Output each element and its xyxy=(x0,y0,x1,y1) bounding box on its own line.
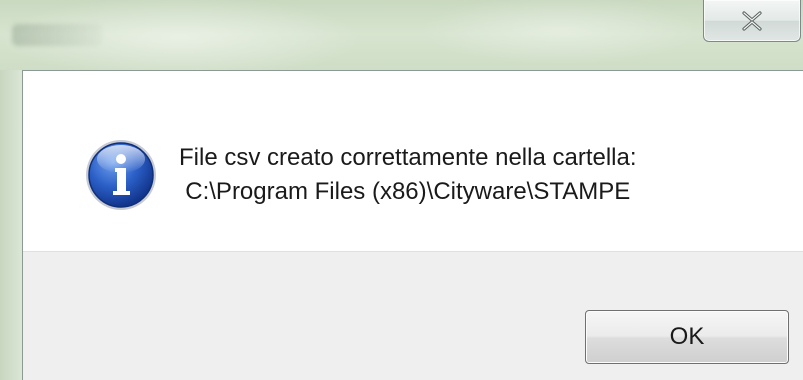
window-title-blurred xyxy=(12,24,102,46)
message-line-1: File csv creato correttamente nella cart… xyxy=(179,144,637,171)
desktop-background-edge xyxy=(0,70,22,380)
ok-button[interactable]: OK xyxy=(585,310,789,364)
dialog-message: File csv creato correttamente nella cart… xyxy=(179,141,637,209)
close-button[interactable] xyxy=(703,0,801,42)
dialog-footer: OK xyxy=(23,251,803,380)
info-icon xyxy=(86,140,156,210)
message-dialog: File csv creato correttamente nella cart… xyxy=(22,70,803,380)
message-line-2: C:\Program Files (x86)\Cityware\STAMPE xyxy=(185,178,631,205)
dialog-content: File csv creato correttamente nella cart… xyxy=(23,71,803,251)
close-icon xyxy=(742,10,762,31)
title-bar xyxy=(0,0,803,76)
